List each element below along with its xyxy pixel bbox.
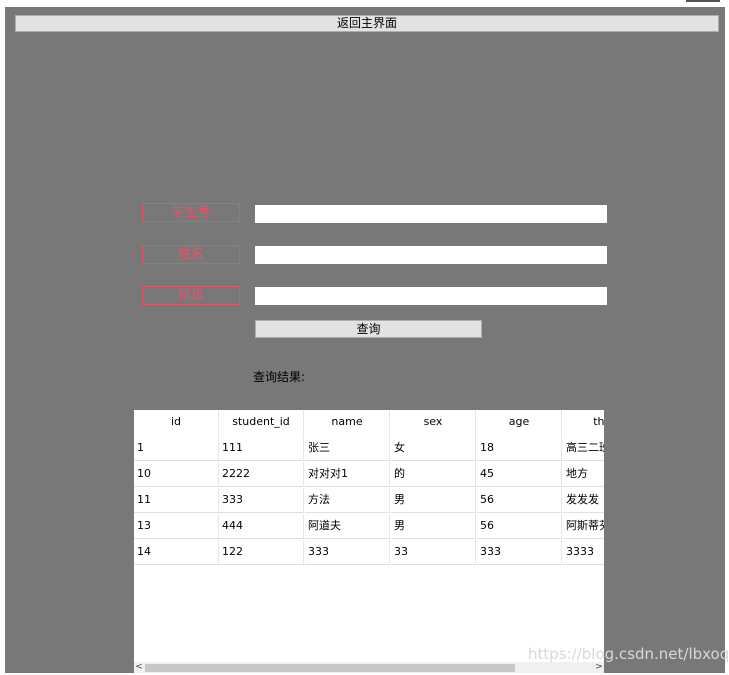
student-no-label: 学生号 [142,203,240,222]
scroll-left-icon[interactable]: < [134,662,144,673]
column-header[interactable]: student_id [219,410,304,435]
table-cell: 方法 [305,488,390,513]
table-cell: 14 [134,540,219,565]
table-cell: 对对对1 [305,462,390,487]
column-header[interactable]: sex [391,410,476,435]
column-header[interactable]: the_ [563,410,604,435]
table-row[interactable]: 1 111 张三 女 18 高三二班 [134,436,604,462]
table-cell: 13 [134,514,219,539]
table-cell: 2222 [219,462,304,487]
column-header[interactable]: name [305,410,390,435]
table-cell: 3333 [563,540,604,565]
table-header: id student_id name sex age the_ [134,410,604,436]
table-cell: 45 [477,462,562,487]
table-cell: 男 [391,488,476,513]
results-table[interactable]: id student_id name sex age the_ 1 111 张三… [134,410,604,673]
query-button[interactable]: 查询 [255,320,482,338]
name-input[interactable] [255,246,607,264]
table-cell: 18 [477,436,562,461]
class-input[interactable] [255,287,607,305]
scroll-right-icon[interactable]: > [594,662,604,673]
table-cell: 地方 [563,462,604,487]
table-cell: 发发发 [563,488,604,513]
student-no-input[interactable] [255,205,607,223]
table-cell: 56 [477,488,562,513]
table-cell: 333 [305,540,390,565]
scrollbar-thumb[interactable] [145,664,515,672]
table-row[interactable]: 10 2222 对对对1 的 45 地方 [134,462,604,488]
top-strip [0,0,729,7]
query-result-label: 查询结果: [253,370,306,384]
table-cell: 高三二班 [563,436,604,461]
table-cell: 33 [391,540,476,565]
table-cell: 111 [219,436,304,461]
table-row[interactable]: 14 122 333 33 333 3333 [134,540,604,566]
horizontal-scrollbar[interactable]: < > [134,662,604,673]
table-cell: 56 [477,514,562,539]
table-cell: 10 [134,462,219,487]
column-header[interactable]: id [134,410,219,435]
table-row[interactable]: 13 444 阿道夫 男 56 阿斯蒂芬 [134,514,604,540]
table-cell: 张三 [305,436,390,461]
table-cell: 的 [391,462,476,487]
table-cell: 333 [477,540,562,565]
table-row[interactable]: 11 333 方法 男 56 发发发 [134,488,604,514]
table-cell: 女 [391,436,476,461]
table-cell: 333 [219,488,304,513]
class-label: 班级 [142,286,240,305]
table-cell: 男 [391,514,476,539]
table-cell: 444 [219,514,304,539]
table-cell: 阿道夫 [305,514,390,539]
main-window: 返回主界面 学生号 姓名 班级 查询 查询结果: id student_id n… [5,7,725,673]
top-line [686,0,720,2]
watermark: https://blog.csdn.net/lbxoqy [528,645,729,663]
table-cell: 阿斯蒂芬 [563,514,604,539]
table-cell: 11 [134,488,219,513]
table-cell: 1 [134,436,219,461]
table-cell: 122 [219,540,304,565]
name-label: 姓名 [142,245,240,264]
back-to-main-button[interactable]: 返回主界面 [15,15,719,32]
column-header[interactable]: age [477,410,562,435]
